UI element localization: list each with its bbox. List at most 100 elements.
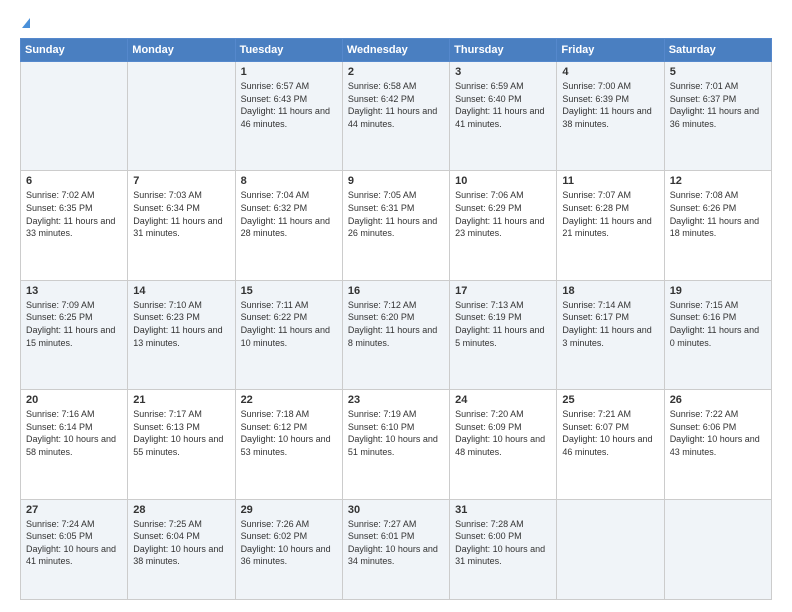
calendar-header: SundayMondayTuesdayWednesdayThursdayFrid…	[21, 39, 772, 62]
day-detail: Sunrise: 7:09 AM Sunset: 6:25 PM Dayligh…	[26, 299, 122, 349]
day-detail: Sunrise: 7:14 AM Sunset: 6:17 PM Dayligh…	[562, 299, 658, 349]
day-number: 25	[562, 394, 658, 406]
day-number: 2	[348, 66, 444, 78]
day-cell: 21 Sunrise: 7:17 AM Sunset: 6:13 PM Dayli…	[128, 390, 235, 499]
day-detail: Sunrise: 7:05 AM Sunset: 6:31 PM Dayligh…	[348, 189, 444, 239]
day-number: 14	[133, 285, 229, 297]
day-number: 7	[133, 175, 229, 187]
day-detail: Sunrise: 7:15 AM Sunset: 6:16 PM Dayligh…	[670, 299, 766, 349]
day-number: 30	[348, 504, 444, 516]
page: SundayMondayTuesdayWednesdayThursdayFrid…	[0, 0, 792, 612]
day-cell: 9Sunrise: 7:05 AM Sunset: 6:31 PM Daylig…	[342, 171, 449, 280]
day-detail: Sunrise: 6:58 AM Sunset: 6:42 PM Dayligh…	[348, 80, 444, 130]
day-detail: Sunrise: 7:27 AM Sunset: 6:01 PM Dayligh…	[348, 518, 444, 568]
day-number: 8	[241, 175, 337, 187]
day-detail: Sunrise: 7:16 AM Sunset: 6:14 PM Dayligh…	[26, 408, 122, 458]
day-cell: 13 Sunrise: 7:09 AM Sunset: 6:25 PM Dayli…	[21, 280, 128, 389]
day-cell: 8Sunrise: 7:04 AM Sunset: 6:32 PM Daylig…	[235, 171, 342, 280]
day-number: 1	[241, 66, 337, 78]
day-number: 19	[670, 285, 766, 297]
day-cell	[557, 499, 664, 599]
day-number: 18	[562, 285, 658, 297]
day-detail: Sunrise: 7:07 AM Sunset: 6:28 PM Dayligh…	[562, 189, 658, 239]
day-number: 6	[26, 175, 122, 187]
day-header-friday: Friday	[557, 39, 664, 62]
day-detail: Sunrise: 7:01 AM Sunset: 6:37 PM Dayligh…	[670, 80, 766, 130]
day-detail: Sunrise: 7:12 AM Sunset: 6:20 PM Dayligh…	[348, 299, 444, 349]
day-number: 23	[348, 394, 444, 406]
week-row-2: 13 Sunrise: 7:09 AM Sunset: 6:25 PM Dayli…	[21, 280, 772, 389]
logo-text	[20, 18, 30, 28]
day-cell	[21, 62, 128, 171]
day-header-wednesday: Wednesday	[342, 39, 449, 62]
day-number: 22	[241, 394, 337, 406]
day-number: 12	[670, 175, 766, 187]
week-row-3: 20 Sunrise: 7:16 AM Sunset: 6:14 PM Dayli…	[21, 390, 772, 499]
day-number: 4	[562, 66, 658, 78]
day-number: 31	[455, 504, 551, 516]
day-number: 21	[133, 394, 229, 406]
day-detail: Sunrise: 7:03 AM Sunset: 6:34 PM Dayligh…	[133, 189, 229, 239]
day-number: 13	[26, 285, 122, 297]
day-cell: 20 Sunrise: 7:16 AM Sunset: 6:14 PM Dayli…	[21, 390, 128, 499]
day-cell: 22Sunrise: 7:18 AM Sunset: 6:12 PM Dayli…	[235, 390, 342, 499]
day-detail: Sunrise: 7:17 AM Sunset: 6:13 PM Dayligh…	[133, 408, 229, 458]
day-detail: Sunrise: 7:25 AM Sunset: 6:04 PM Dayligh…	[133, 518, 229, 568]
week-row-0: 1Sunrise: 6:57 AM Sunset: 6:43 PM Daylig…	[21, 62, 772, 171]
day-header-sunday: Sunday	[21, 39, 128, 62]
day-cell: 27Sunrise: 7:24 AM Sunset: 6:05 PM Dayli…	[21, 499, 128, 599]
day-detail: Sunrise: 7:08 AM Sunset: 6:26 PM Dayligh…	[670, 189, 766, 239]
logo	[20, 18, 30, 28]
day-cell: 15 Sunrise: 7:11 AM Sunset: 6:22 PM Dayli…	[235, 280, 342, 389]
day-cell: 26Sunrise: 7:22 AM Sunset: 6:06 PM Dayli…	[664, 390, 771, 499]
day-detail: Sunrise: 7:22 AM Sunset: 6:06 PM Dayligh…	[670, 408, 766, 458]
day-detail: Sunrise: 7:00 AM Sunset: 6:39 PM Dayligh…	[562, 80, 658, 130]
day-cell	[128, 62, 235, 171]
day-detail: Sunrise: 7:20 AM Sunset: 6:09 PM Dayligh…	[455, 408, 551, 458]
day-detail: Sunrise: 7:02 AM Sunset: 6:35 PM Dayligh…	[26, 189, 122, 239]
day-cell: 17Sunrise: 7:13 AM Sunset: 6:19 PM Dayli…	[450, 280, 557, 389]
day-number: 3	[455, 66, 551, 78]
day-headers-row: SundayMondayTuesdayWednesdayThursdayFrid…	[21, 39, 772, 62]
day-cell	[664, 499, 771, 599]
day-cell: 28Sunrise: 7:25 AM Sunset: 6:04 PM Dayli…	[128, 499, 235, 599]
day-number: 20	[26, 394, 122, 406]
day-header-tuesday: Tuesday	[235, 39, 342, 62]
day-cell: 5 Sunrise: 7:01 AM Sunset: 6:37 PM Daylig…	[664, 62, 771, 171]
day-detail: Sunrise: 7:11 AM Sunset: 6:22 PM Dayligh…	[241, 299, 337, 349]
day-number: 15	[241, 285, 337, 297]
day-cell: 11Sunrise: 7:07 AM Sunset: 6:28 PM Dayli…	[557, 171, 664, 280]
week-row-1: 6 Sunrise: 7:02 AM Sunset: 6:35 PM Daylig…	[21, 171, 772, 280]
day-cell: 30 Sunrise: 7:27 AM Sunset: 6:01 PM Dayli…	[342, 499, 449, 599]
day-cell: 24 Sunrise: 7:20 AM Sunset: 6:09 PM Dayli…	[450, 390, 557, 499]
day-number: 27	[26, 504, 122, 516]
day-cell: 29 Sunrise: 7:26 AM Sunset: 6:02 PM Dayli…	[235, 499, 342, 599]
day-cell: 25Sunrise: 7:21 AM Sunset: 6:07 PM Dayli…	[557, 390, 664, 499]
day-cell: 12 Sunrise: 7:08 AM Sunset: 6:26 PM Dayli…	[664, 171, 771, 280]
day-cell: 18 Sunrise: 7:14 AM Sunset: 6:17 PM Dayli…	[557, 280, 664, 389]
day-detail: Sunrise: 7:10 AM Sunset: 6:23 PM Dayligh…	[133, 299, 229, 349]
day-number: 29	[241, 504, 337, 516]
day-header-saturday: Saturday	[664, 39, 771, 62]
week-row-4: 27Sunrise: 7:24 AM Sunset: 6:05 PM Dayli…	[21, 499, 772, 599]
day-number: 24	[455, 394, 551, 406]
day-detail: Sunrise: 7:26 AM Sunset: 6:02 PM Dayligh…	[241, 518, 337, 568]
day-header-monday: Monday	[128, 39, 235, 62]
day-cell: 1Sunrise: 6:57 AM Sunset: 6:43 PM Daylig…	[235, 62, 342, 171]
day-number: 16	[348, 285, 444, 297]
day-cell: 10Sunrise: 7:06 AM Sunset: 6:29 PM Dayli…	[450, 171, 557, 280]
day-detail: Sunrise: 7:28 AM Sunset: 6:00 PM Dayligh…	[455, 518, 551, 568]
day-number: 17	[455, 285, 551, 297]
day-header-thursday: Thursday	[450, 39, 557, 62]
day-cell: 6 Sunrise: 7:02 AM Sunset: 6:35 PM Daylig…	[21, 171, 128, 280]
day-detail: Sunrise: 7:19 AM Sunset: 6:10 PM Dayligh…	[348, 408, 444, 458]
day-cell: 4 Sunrise: 7:00 AM Sunset: 6:39 PM Daylig…	[557, 62, 664, 171]
day-number: 10	[455, 175, 551, 187]
day-cell: 14 Sunrise: 7:10 AM Sunset: 6:23 PM Dayli…	[128, 280, 235, 389]
day-cell: 19 Sunrise: 7:15 AM Sunset: 6:16 PM Dayli…	[664, 280, 771, 389]
day-cell: 3 Sunrise: 6:59 AM Sunset: 6:40 PM Daylig…	[450, 62, 557, 171]
day-cell: 16 Sunrise: 7:12 AM Sunset: 6:20 PM Dayli…	[342, 280, 449, 389]
logo-arrow-icon	[22, 18, 30, 28]
day-number: 5	[670, 66, 766, 78]
day-detail: Sunrise: 6:59 AM Sunset: 6:40 PM Dayligh…	[455, 80, 551, 130]
